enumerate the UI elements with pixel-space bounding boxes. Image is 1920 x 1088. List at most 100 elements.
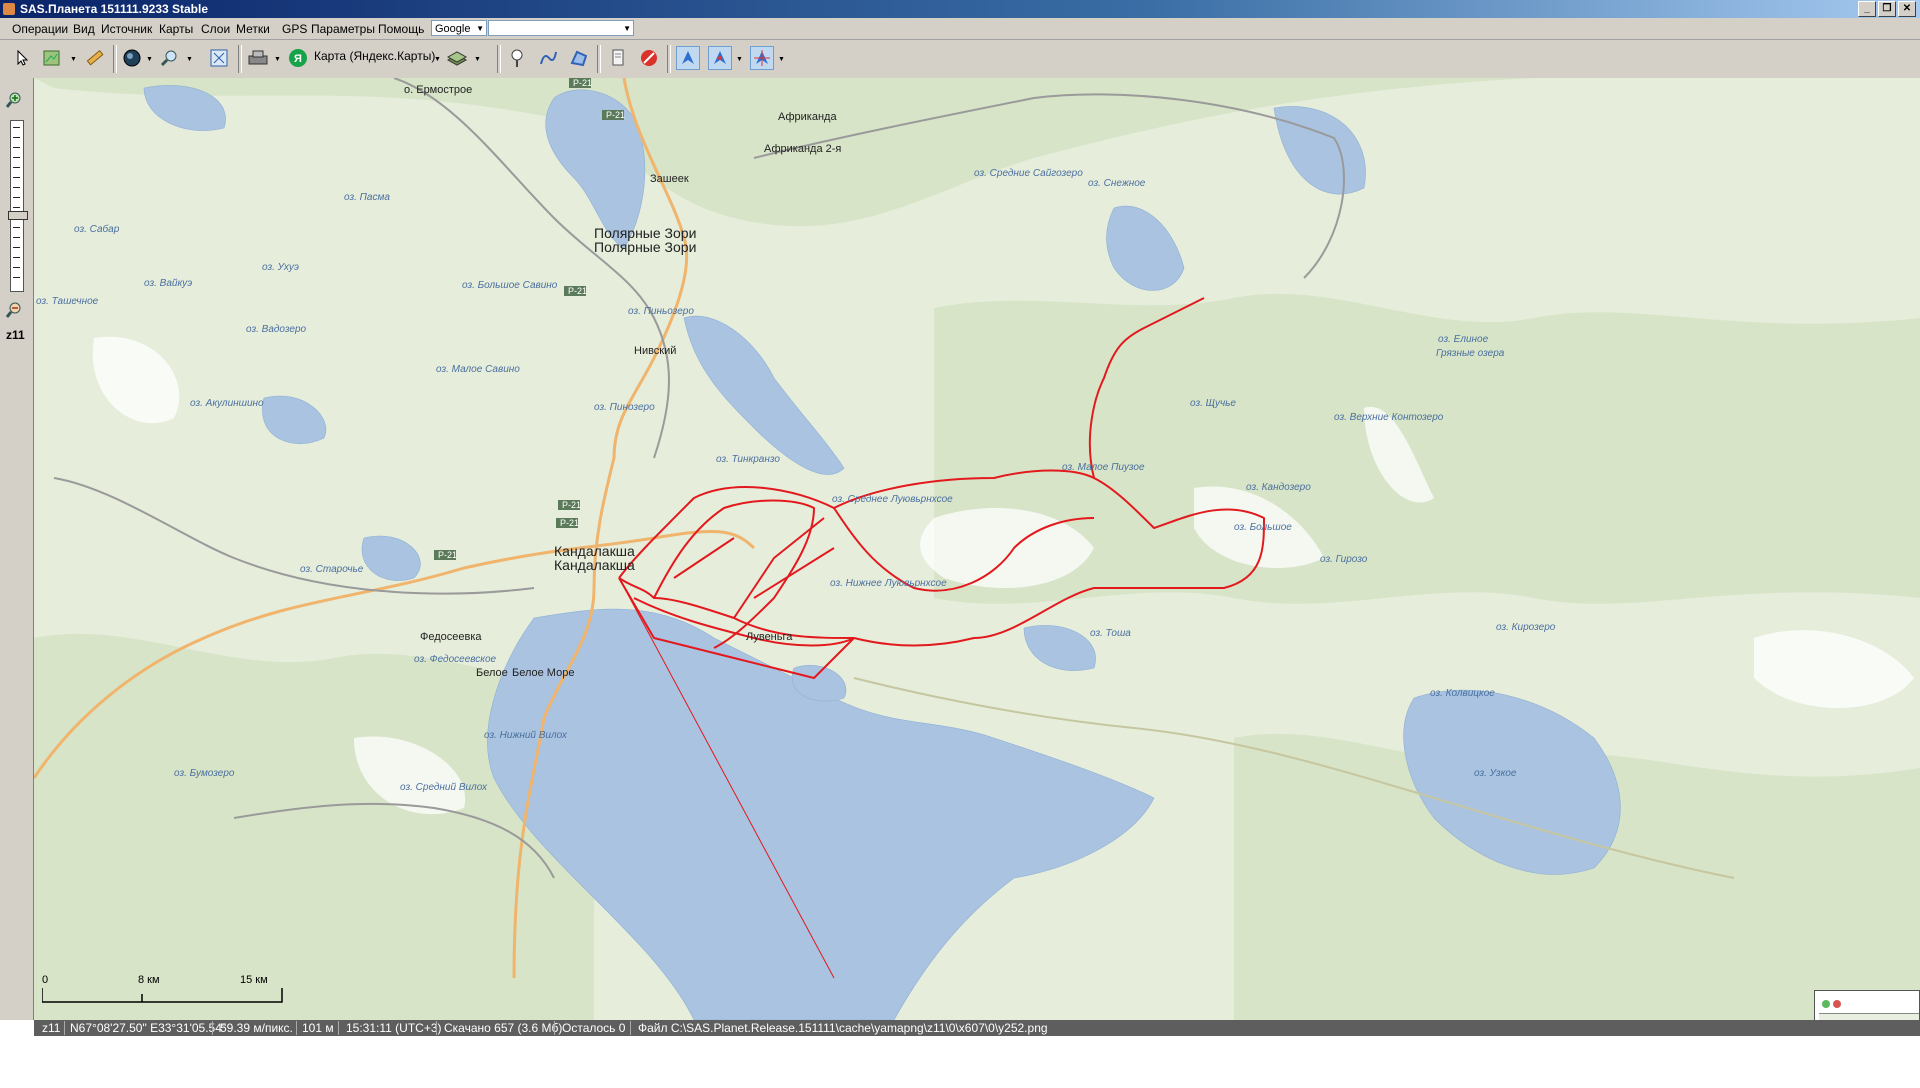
lake-label: оз. Нижний Вилох: [484, 730, 568, 741]
chevron-down-icon[interactable]: ▼: [70, 56, 77, 63]
status-zoom: z11: [42, 1021, 61, 1035]
place-label: Нивский: [634, 345, 676, 357]
lake-label: оз. Колвицкое: [1430, 688, 1495, 699]
status-file: Файл C:\SAS.Planet.Release.151111\cache\…: [638, 1021, 1048, 1035]
map-view[interactable]: P-21 P-21 P-21 P-21 P-21 P-21 Полярные З…: [34, 78, 1920, 1020]
zoom-panel: z11: [0, 78, 34, 1020]
lake-label: оз. Малое Пиузое: [1062, 462, 1145, 473]
lake-label: оз. Сабар: [74, 223, 120, 235]
place-label: Зашеек: [650, 173, 689, 185]
chevron-down-icon[interactable]: ▼: [778, 56, 785, 63]
chevron-down-icon: ▼: [476, 24, 484, 33]
lake-label: оз. Кирозеро: [1496, 622, 1556, 633]
lake-label: оз. Елиное: [1438, 334, 1489, 345]
lake-label: оз. Пиньозеро: [628, 306, 694, 317]
lake-label: оз. Вайкуэ: [144, 278, 192, 289]
chevron-down-icon[interactable]: ▼: [274, 56, 281, 63]
city-label: Кандалакша: [554, 557, 635, 573]
lake-label: оз. Средние Сайгозеро: [974, 168, 1083, 179]
gps-follow-icon[interactable]: [750, 46, 774, 70]
lake-label: оз. Ухуэ: [262, 262, 299, 273]
map-source-label[interactable]: Карта (Яндекс.Карты): [314, 49, 435, 63]
mini-map-view[interactable]: [1819, 1013, 1919, 1020]
status-resolution: 59.39 м/пикс.: [220, 1021, 293, 1035]
mini-map-controls[interactable]: [1821, 999, 1845, 1009]
search-provider-select[interactable]: Google ▼: [431, 20, 487, 36]
lake-label: оз. Ташечное: [36, 296, 99, 307]
map-canvas[interactable]: P-21 P-21 P-21 P-21 P-21 P-21 Полярные З…: [34, 78, 1920, 1020]
status-altitude: 101 м: [302, 1021, 334, 1035]
toolbar-separator: [667, 45, 671, 73]
menu-gps[interactable]: GPS: [282, 22, 307, 36]
toolbar-separator: [597, 45, 601, 73]
menu-help[interactable]: Помощь: [378, 22, 424, 36]
gps-device-icon[interactable]: [246, 46, 270, 70]
place-label: Африканда 2-я: [764, 143, 841, 155]
zoom-slider[interactable]: [8, 120, 28, 292]
chevron-down-icon[interactable]: ▼: [146, 56, 153, 63]
polygon-icon[interactable]: [567, 46, 591, 70]
ruler-icon[interactable]: [82, 46, 106, 70]
path-icon[interactable]: [536, 46, 560, 70]
menu-operations[interactable]: Операции: [12, 22, 68, 36]
zoom-icon[interactable]: [158, 46, 182, 70]
minimize-button[interactable]: _: [1858, 1, 1876, 17]
delete-marks-icon[interactable]: [637, 46, 661, 70]
lake-label: оз. Федосеевское: [414, 654, 497, 665]
lake-label: оз. Малое Савино: [436, 364, 520, 375]
chevron-down-icon[interactable]: ▼: [474, 56, 481, 63]
city-label: Полярные Зори: [594, 239, 696, 255]
zoom-slider-thumb[interactable]: [8, 211, 28, 220]
gps-track-icon[interactable]: [676, 46, 700, 70]
globe-icon[interactable]: [120, 46, 144, 70]
lake-label: оз. Средний Вилох: [400, 782, 488, 793]
zoom-level-label: z11: [6, 328, 25, 342]
svg-text:P-21: P-21: [573, 78, 592, 88]
chevron-down-icon[interactable]: ▼: [434, 56, 441, 63]
layers-icon[interactable]: [40, 46, 64, 70]
svg-text:P-21: P-21: [562, 500, 581, 510]
toolbar-separator: [113, 45, 117, 73]
status-bar: z11 N67°08'27.50" E33°31'05.54" 59.39 м/…: [34, 1020, 1920, 1036]
marks-list-icon[interactable]: [606, 46, 630, 70]
menu-maps[interactable]: Карты: [159, 22, 193, 36]
menu-marks[interactable]: Метки: [236, 22, 270, 36]
yandex-logo-icon[interactable]: Я: [286, 46, 310, 70]
svg-text:P-21: P-21: [560, 518, 579, 528]
svg-text:P-21: P-21: [568, 286, 587, 296]
mini-map[interactable]: [1814, 990, 1920, 1020]
menu-view[interactable]: Вид: [73, 22, 95, 36]
menu-parameters[interactable]: Параметры: [311, 22, 375, 36]
lake-label: оз. Узкое: [1474, 768, 1517, 779]
chevron-down-icon[interactable]: ▼: [736, 56, 743, 63]
close-button[interactable]: ✕: [1898, 1, 1916, 17]
lake-label: оз. Среднее Луювьрнхсое: [832, 494, 953, 505]
lake-label: Грязные озера: [1436, 348, 1505, 359]
lake-label: оз. Акулиншино: [190, 398, 264, 409]
gps-center-icon[interactable]: [708, 46, 732, 70]
map-layer-icon[interactable]: [445, 46, 469, 70]
lake-label: оз. Старочье: [300, 564, 364, 575]
lake-label: оз. Пасма: [344, 192, 390, 203]
restore-button[interactable]: ❐: [1878, 1, 1896, 17]
lake-label: оз. Тоша: [1090, 628, 1131, 639]
fullscreen-icon[interactable]: [207, 46, 231, 70]
menu-source[interactable]: Источник: [101, 22, 152, 36]
status-remaining: Осталось 0: [562, 1021, 626, 1035]
placemark-icon[interactable]: [505, 46, 529, 70]
search-input[interactable]: ▼: [488, 20, 634, 36]
place-label: о. Ермострое: [404, 84, 472, 96]
lake-label: оз. Большое Савино: [462, 280, 558, 291]
status-time: 15:31:11 (UTC+3): [346, 1021, 442, 1035]
chevron-down-icon[interactable]: ▼: [186, 56, 193, 63]
lake-label: оз. Щучье: [1190, 398, 1236, 409]
cursor-icon[interactable]: [10, 46, 34, 70]
toolbar: ▼ ▼ ▼ ▼ Я Карта (Яндекс.Карты) ▼ ▼ ▼ ▼: [0, 40, 1920, 79]
lake-label: оз. Нижнее Луювьрнхсое: [830, 578, 947, 589]
svg-text:P-21: P-21: [438, 550, 457, 560]
app-icon: [3, 3, 15, 15]
zoom-out-icon[interactable]: [5, 300, 26, 323]
menu-layers[interactable]: Слои: [201, 22, 230, 36]
zoom-in-icon[interactable]: [5, 90, 26, 113]
lake-label: оз. Тинкранзо: [716, 454, 780, 465]
